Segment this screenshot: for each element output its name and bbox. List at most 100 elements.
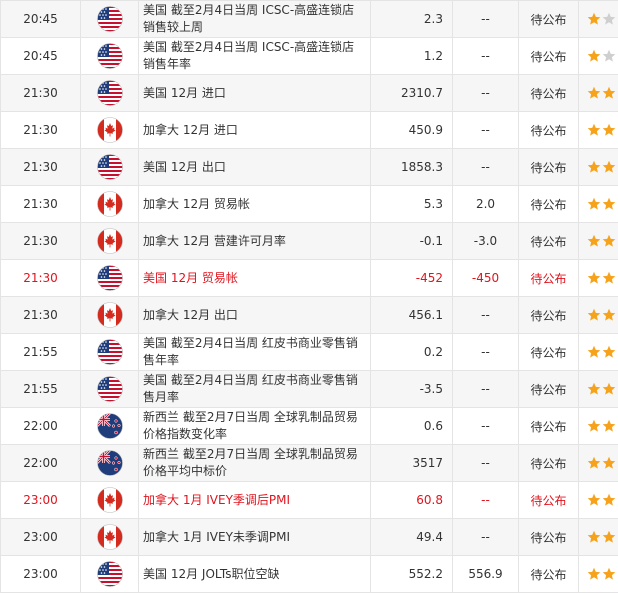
country-flag-cell	[80, 111, 139, 149]
event-time: 23:00	[0, 481, 81, 519]
event-name[interactable]: 加拿大 12月 进口	[138, 111, 371, 149]
star-filled-icon	[587, 568, 600, 580]
star-filled-icon	[602, 161, 615, 173]
actual-value: 待公布	[518, 259, 579, 297]
event-time: 20:45	[0, 37, 81, 75]
event-time: 21:30	[0, 222, 81, 260]
forecast-value: --	[452, 296, 519, 334]
forecast-value: --	[452, 37, 519, 75]
star-filled-icon	[587, 272, 600, 284]
event-name[interactable]: 加拿大 12月 营建许可月率	[138, 222, 371, 260]
previous-value: 0.6	[370, 407, 453, 445]
new-zealand-flag-icon	[96, 413, 123, 439]
new-zealand-flag-icon	[96, 450, 123, 476]
table-row[interactable]: 21:30 美国 12月 贸易帐 -452 -450 待公布	[0, 259, 618, 297]
event-name[interactable]: 美国 截至2月4日当周 红皮书商业零售销售月率	[138, 370, 371, 408]
table-row[interactable]: 21:30 美国 12月 出口 1858.3 -- 待公布	[0, 148, 618, 186]
event-name[interactable]: 加拿大 12月 贸易帐	[138, 185, 371, 223]
star-filled-icon	[602, 346, 615, 358]
table-row[interactable]: 21:55 美国 截至2月4日当周 红皮书商业零售销售月率 -3.5 -- 待公…	[0, 370, 618, 408]
event-name[interactable]: 美国 12月 JOLTs职位空缺	[138, 555, 371, 593]
event-time: 21:55	[0, 333, 81, 371]
country-flag-cell	[80, 222, 139, 260]
previous-value: 1.2	[370, 37, 453, 75]
importance-stars	[578, 0, 618, 38]
star-empty-icon	[602, 13, 615, 25]
country-flag-cell	[80, 185, 139, 223]
actual-value: 待公布	[518, 222, 579, 260]
country-flag-cell	[80, 370, 139, 408]
importance-stars	[578, 481, 618, 519]
event-time: 20:45	[0, 0, 81, 38]
forecast-value: --	[452, 444, 519, 482]
forecast-value: -3.0	[452, 222, 519, 260]
table-row[interactable]: 22:00 新西兰 截至2月7日当周 全球乳制品贸易价格指数变化率 0.6 --…	[0, 407, 618, 445]
canada-flag-icon	[96, 117, 123, 143]
forecast-value: --	[452, 111, 519, 149]
event-name[interactable]: 加拿大 1月 IVEY未季调PMI	[138, 518, 371, 556]
forecast-value: --	[452, 370, 519, 408]
table-row[interactable]: 21:30 加拿大 12月 营建许可月率 -0.1 -3.0 待公布	[0, 222, 618, 260]
importance-stars	[578, 185, 618, 223]
table-row[interactable]: 23:00 美国 12月 JOLTs职位空缺 552.2 556.9 待公布	[0, 555, 618, 593]
table-row[interactable]: 20:45 美国 截至2月4日当周 ICSC-高盛连锁店销售年率 1.2 -- …	[0, 37, 618, 75]
table-row[interactable]: 21:30 加拿大 12月 贸易帐 5.3 2.0 待公布	[0, 185, 618, 223]
forecast-value: 556.9	[452, 555, 519, 593]
star-filled-icon	[587, 309, 600, 321]
event-time: 23:00	[0, 518, 81, 556]
event-name[interactable]: 新西兰 截至2月7日当周 全球乳制品贸易价格平均中标价	[138, 444, 371, 482]
event-name[interactable]: 美国 12月 出口	[138, 148, 371, 186]
event-name[interactable]: 美国 12月 贸易帐	[138, 259, 371, 297]
table-row[interactable]: 23:00 加拿大 1月 IVEY未季调PMI 49.4 -- 待公布	[0, 518, 618, 556]
star-filled-icon	[587, 494, 600, 506]
canada-flag-icon	[96, 487, 123, 513]
table-row[interactable]: 20:45 美国 截至2月4日当周 ICSC-高盛连锁店销售较上周 2.3 --…	[0, 0, 618, 38]
forecast-value: --	[452, 518, 519, 556]
event-time: 21:30	[0, 296, 81, 334]
table-row[interactable]: 22:00 新西兰 截至2月7日当周 全球乳制品贸易价格平均中标价 3517 -…	[0, 444, 618, 482]
event-name[interactable]: 美国 截至2月4日当周 ICSC-高盛连锁店销售较上周	[138, 0, 371, 38]
event-name[interactable]: 加拿大 12月 出口	[138, 296, 371, 334]
event-name[interactable]: 美国 截至2月4日当周 ICSC-高盛连锁店销售年率	[138, 37, 371, 75]
forecast-value: 2.0	[452, 185, 519, 223]
previous-value: 60.8	[370, 481, 453, 519]
table-row[interactable]: 21:30 加拿大 12月 出口 456.1 -- 待公布	[0, 296, 618, 334]
importance-stars	[578, 111, 618, 149]
canada-flag-icon	[96, 228, 123, 254]
event-time: 21:30	[0, 111, 81, 149]
country-flag-cell	[80, 74, 139, 112]
forecast-value: --	[452, 148, 519, 186]
previous-value: 456.1	[370, 296, 453, 334]
actual-value: 待公布	[518, 0, 579, 38]
event-name[interactable]: 美国 截至2月4日当周 红皮书商业零售销售年率	[138, 333, 371, 371]
table-row[interactable]: 21:30 加拿大 12月 进口 450.9 -- 待公布	[0, 111, 618, 149]
star-filled-icon	[602, 272, 615, 284]
star-filled-icon	[587, 50, 600, 62]
event-name[interactable]: 加拿大 1月 IVEY季调后PMI	[138, 481, 371, 519]
table-row[interactable]: 21:55 美国 截至2月4日当周 红皮书商业零售销售年率 0.2 -- 待公布	[0, 333, 618, 371]
forecast-value: --	[452, 481, 519, 519]
star-filled-icon	[587, 198, 600, 210]
calendar-body: 20:45 美国 截至2月4日当周 ICSC-高盛连锁店销售较上周 2.3 --…	[0, 0, 618, 593]
forecast-value: --	[452, 333, 519, 371]
star-filled-icon	[602, 235, 615, 247]
star-filled-icon	[587, 346, 600, 358]
star-filled-icon	[602, 457, 615, 469]
previous-value: 1858.3	[370, 148, 453, 186]
table-row[interactable]: 23:00 加拿大 1月 IVEY季调后PMI 60.8 -- 待公布	[0, 481, 618, 519]
country-flag-cell	[80, 37, 139, 75]
star-filled-icon	[602, 87, 615, 99]
star-filled-icon	[587, 13, 600, 25]
event-time: 22:00	[0, 444, 81, 482]
event-name[interactable]: 新西兰 截至2月7日当周 全球乳制品贸易价格指数变化率	[138, 407, 371, 445]
actual-value: 待公布	[518, 370, 579, 408]
event-name[interactable]: 美国 12月 进口	[138, 74, 371, 112]
table-row[interactable]: 21:30 美国 12月 进口 2310.7 -- 待公布	[0, 74, 618, 112]
us-flag-icon	[96, 561, 123, 587]
actual-value: 待公布	[518, 444, 579, 482]
forecast-value: --	[452, 74, 519, 112]
star-filled-icon	[602, 568, 615, 580]
star-filled-icon	[602, 309, 615, 321]
importance-stars	[578, 407, 618, 445]
previous-value: -3.5	[370, 370, 453, 408]
